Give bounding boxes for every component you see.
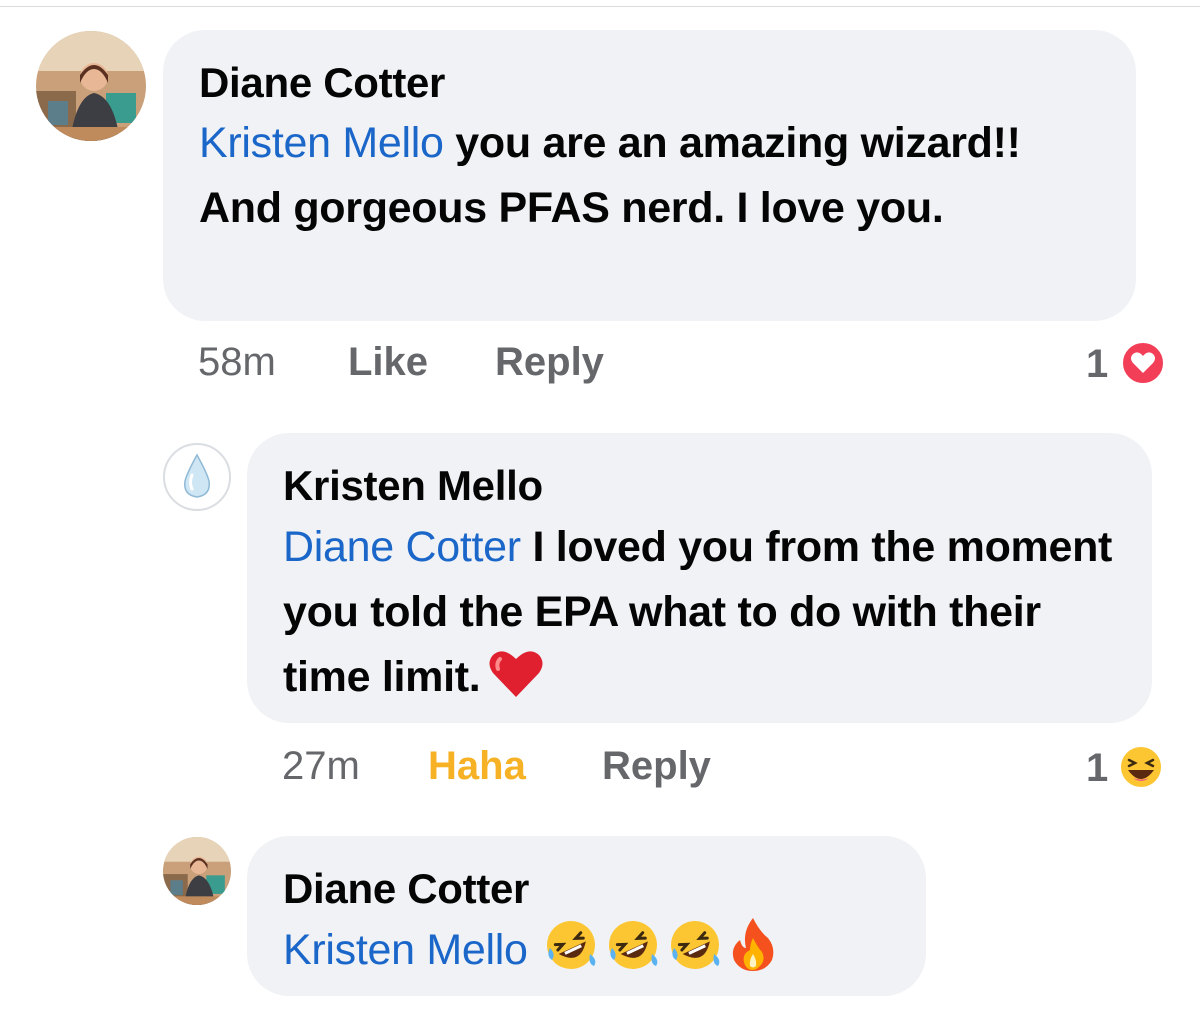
like-button[interactable]: Like	[348, 337, 428, 387]
reaction-count[interactable]: 1	[1086, 339, 1108, 389]
water-drop-icon	[184, 453, 210, 498]
top-divider	[0, 6, 1200, 7]
rolling-laughing-icon	[668, 918, 722, 991]
comment-bubble: Kristen Mello Diane Cotter I loved you f…	[247, 433, 1152, 723]
red-heart-icon	[488, 649, 544, 718]
reaction-count[interactable]: 1	[1086, 743, 1108, 793]
haha-button[interactable]: Haha	[428, 741, 526, 791]
comment-author[interactable]: Diane Cotter	[283, 868, 529, 910]
profile-photo-icon	[163, 837, 231, 905]
comment-bubble: Diane Cotter Kristen Mello you are an am…	[163, 30, 1136, 321]
comment-author[interactable]: Kristen Mello	[283, 465, 543, 507]
avatar[interactable]	[36, 31, 146, 141]
rolling-laughing-icon	[606, 918, 660, 991]
fire-icon	[730, 916, 776, 991]
comment-author[interactable]: Diane Cotter	[199, 62, 445, 104]
mention-link[interactable]: Kristen Mello	[283, 926, 528, 974]
mention-link[interactable]: Diane Cotter	[283, 523, 521, 571]
comment-text: Kristen Mello you are an amazing wizard!…	[199, 111, 1079, 241]
comment-text: Diane Cotter I loved you from the moment…	[283, 515, 1133, 718]
profile-photo-icon	[36, 31, 146, 141]
rolling-laughing-icon	[544, 918, 598, 991]
comment-timestamp[interactable]: 58m	[198, 337, 276, 387]
comment-actions: 27m Haha Reply 1	[282, 741, 1164, 793]
avatar[interactable]	[163, 443, 231, 511]
haha-reaction-icon[interactable]	[1118, 744, 1164, 790]
reply-button[interactable]: Reply	[495, 337, 604, 387]
reply-button[interactable]: Reply	[602, 741, 711, 791]
avatar[interactable]	[163, 837, 231, 905]
heart-reaction-icon[interactable]	[1120, 340, 1166, 386]
mention-link[interactable]: Kristen Mello	[199, 119, 444, 167]
comment-timestamp[interactable]: 27m	[282, 741, 360, 791]
comment-actions: 58m Like Reply 1	[198, 337, 1165, 389]
comment-text: Kristen Mello	[283, 916, 923, 991]
comment-bubble: Diane Cotter Kristen Mello	[247, 836, 926, 996]
